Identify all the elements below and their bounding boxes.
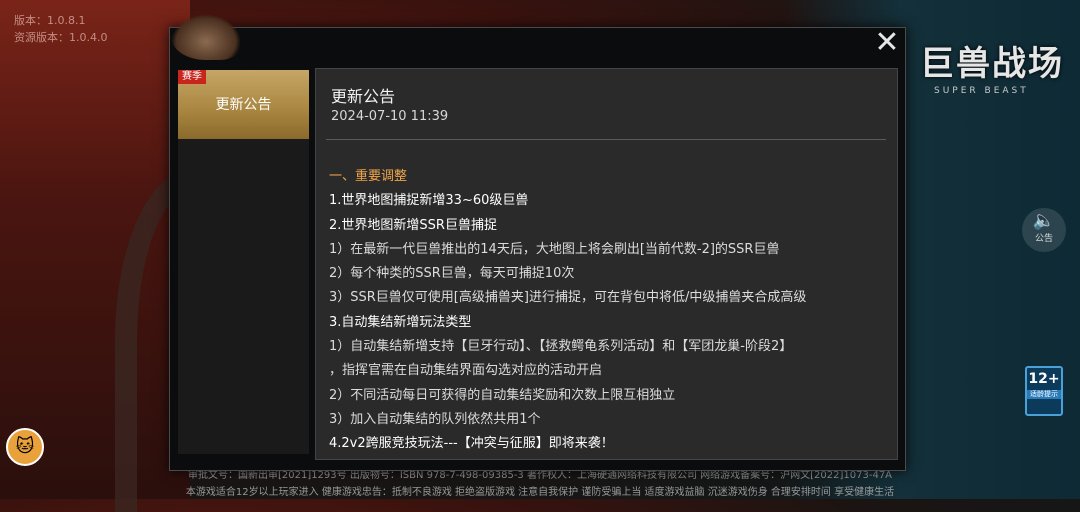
tab-update-announcement[interactable]: 赛季 更新公告 [178, 70, 309, 139]
announcement-button-label: 公告 [1034, 234, 1053, 244]
player-avatar[interactable]: 🐱 [6, 428, 44, 466]
age-rating-caption: 适龄提示 [1027, 390, 1061, 399]
title-divider [326, 139, 886, 140]
tab-label: 更新公告 [215, 97, 272, 113]
item-heading: 3.自动集结新增玩法类型 [329, 314, 472, 330]
beast-head-ornament [171, 14, 241, 60]
logo-subtitle: SUPER BEAST [934, 86, 1029, 96]
age-rating-badge: 12+ 适龄提示 [1025, 366, 1063, 416]
season-badge: 赛季 [178, 70, 206, 84]
item-detail: 1）在最新一代巨兽推出的14天后，大地图上将会刷出[当前代数-2]的SSR巨兽 [329, 241, 780, 257]
speaker-icon: 🔈 [1032, 210, 1056, 231]
version-label: 版本：1.0.8.1 [14, 14, 86, 27]
item-detail: ，指挥官需在自动集结界面勾选对应的活动开启 [329, 363, 603, 379]
item-detail: 2）每个种类的SSR巨兽，每天可捕捉10次 [329, 266, 575, 282]
item-detail: 2）不同活动每日可获得的自动集结奖励和次数上限互相独立 [329, 387, 676, 403]
footer-health-advisory: 本游戏适合12岁以上玩家进入 健康游戏忠告：抵制不良游戏 拒绝盗版游戏 注意自我… [185, 487, 895, 498]
announcement-content-panel[interactable]: 更新公告 2024-07-10 11:39 一、重要调整 1.世界地图捕捉新增3… [315, 68, 898, 460]
close-icon: ✕ [874, 25, 900, 60]
item-heading: 1.世界地图捕捉新增33~60级巨兽 [329, 193, 529, 209]
tab-sidebar [178, 139, 309, 454]
logo-title: 巨兽战场 [920, 44, 1064, 84]
announcement-body: 一、重要调整 1.世界地图捕捉新增33~60级巨兽 2.世界地图新增SSR巨兽捕… [329, 165, 889, 457]
close-button[interactable]: ✕ [872, 28, 902, 58]
section-heading: 一、重要调整 [329, 169, 408, 184]
item-heading: 4.2v2跨服竞技玩法---【冲突与征服】即将来袭！ [329, 436, 614, 452]
announcement-title: 更新公告 [331, 87, 396, 106]
resource-version-label: 资源版本：1.0.4.0 [14, 31, 108, 44]
item-heading: 2.世界地图新增SSR巨兽捕捉 [329, 217, 497, 233]
announcement-button[interactable]: 🔈 公告 [1022, 208, 1066, 252]
age-rating-number: 12+ [1028, 371, 1060, 387]
item-detail: 3）加入自动集结的队列依然共用1个 [329, 411, 541, 427]
item-detail: 1）自动集结新增支持【巨牙行动】、【拯救鳄龟系列活动】和【军团龙巢-阶段2】 [329, 339, 793, 355]
cat-face-icon: 🐱 [15, 436, 35, 457]
announcement-date: 2024-07-10 11:39 [331, 109, 449, 124]
item-detail: 3）SSR巨兽仅可使用[高级捕兽夹]进行捕捉，可在背包中将低/中级捕兽夹合成高级 [329, 290, 807, 306]
game-logo: 巨兽战场 SUPER BEAST [920, 44, 1080, 104]
